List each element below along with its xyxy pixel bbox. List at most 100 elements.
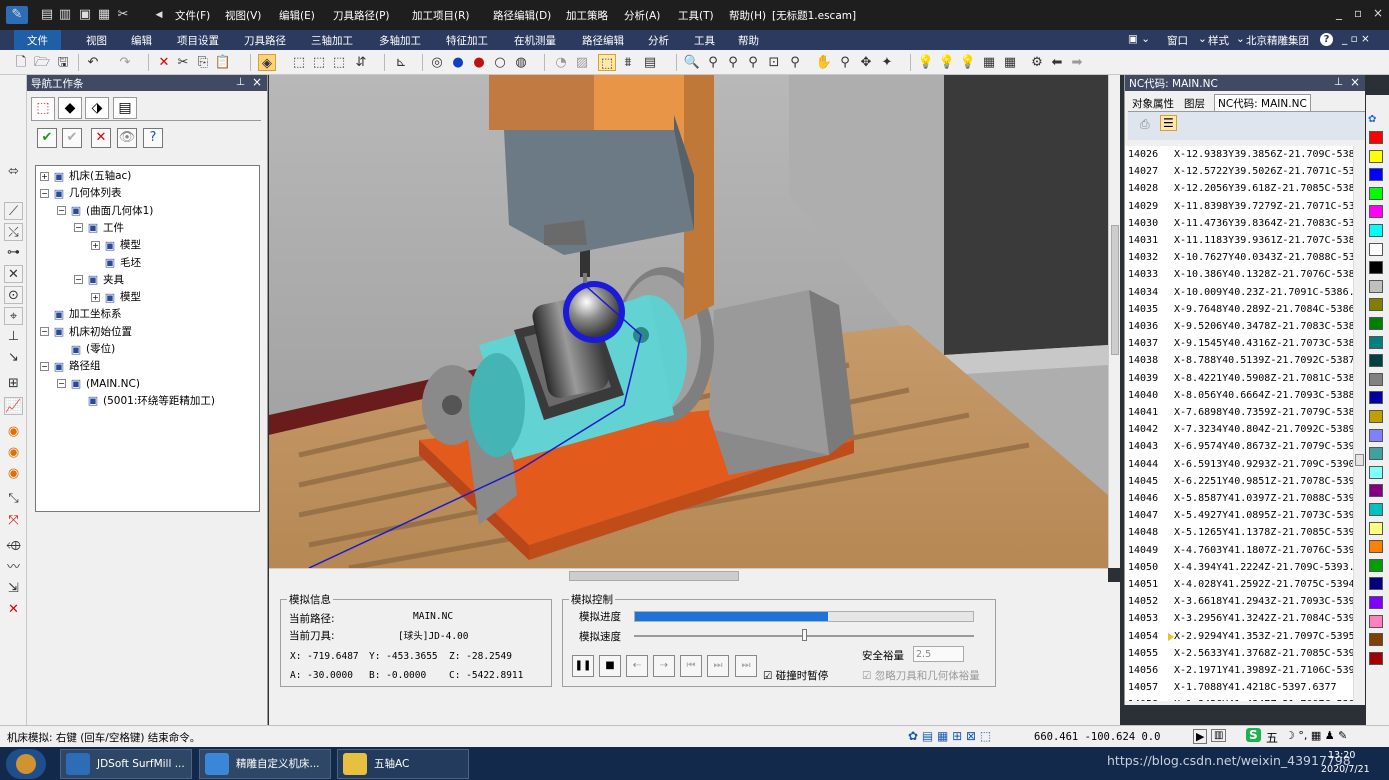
palette-3-icon[interactable]: ◉ — [4, 465, 23, 483]
tree-node[interactable]: − ▣ 机床初始位置 — [40, 324, 132, 341]
step-forward-button[interactable]: ⇢ — [653, 655, 675, 677]
preview-button[interactable]: 👁 — [117, 128, 137, 148]
new-file-icon[interactable]: ▤ — [38, 6, 56, 24]
tree-node[interactable]: − ▣ 夹具 — [74, 272, 124, 289]
color-swatch[interactable] — [1369, 651, 1383, 665]
filter-icon[interactable]: ▤ — [641, 54, 659, 71]
disabled-tool-2-icon[interactable]: ▨ — [573, 54, 591, 71]
nc-code-line[interactable]: 14055 X-2.5633Y41.3768Z-21.7085C-5396 — [1128, 645, 1353, 662]
nc-code-line[interactable]: 14030 X-11.4736Y39.8364Z-21.7083C-538 — [1128, 215, 1353, 232]
ignore-margin-checkbox[interactable]: ☑ 忽略刀具和几何体裕量 — [862, 668, 980, 683]
zoom-window-icon[interactable]: 🔍 — [683, 54, 701, 71]
menu-toolpath[interactable]: 刀具路径(P) — [333, 8, 390, 23]
view-cube-2-icon[interactable]: ⬚ — [310, 54, 328, 71]
pin-icon[interactable]: ⊥ — [236, 76, 245, 88]
menu-project[interactable]: 加工项目(R) — [412, 8, 470, 23]
help-icon[interactable]: ? — [1320, 33, 1333, 46]
tab-file[interactable]: 文件 — [14, 30, 61, 50]
speed-slider-thumb[interactable] — [802, 629, 807, 641]
color-swatch[interactable] — [1369, 298, 1383, 312]
red-sphere-icon[interactable]: ● — [470, 54, 488, 71]
rotate-axis-icon[interactable]: ✦ — [878, 54, 896, 71]
circle-tool-icon[interactable]: ⊙ — [4, 286, 23, 304]
restore-button[interactable]: ▫ — [1354, 6, 1362, 20]
taskbar-item-surfmill[interactable]: JDSoft SurfMill ... — [60, 749, 192, 779]
save-icon[interactable]: ▣ — [76, 6, 94, 24]
color-swatch[interactable] — [1369, 484, 1383, 498]
tree-expander-icon[interactable]: + — [91, 292, 100, 302]
ime-tools-icon[interactable]: ☽ °, ▦ ♟ ✎ — [1285, 729, 1347, 742]
nc-code-line[interactable]: 14058X-1.3426Y41.4347Z-21.7097C-5398 — [1128, 696, 1353, 701]
tab-toolpath-icon[interactable]: ◆ — [58, 97, 82, 119]
nc-code-line[interactable]: 14048 X-5.1265Y41.1378Z-21.7085C-5392 — [1128, 524, 1353, 541]
nc-code-line[interactable]: 14042 X-7.3234Y40.804Z-21.7092C-5389.8 — [1128, 421, 1353, 438]
color-swatch[interactable] — [1369, 596, 1383, 609]
company-menu[interactable]: 北京精雕集团 — [1246, 33, 1309, 48]
pan-icon[interactable]: ✋ — [815, 54, 833, 71]
stack-tool-icon[interactable]: ⬲ — [4, 538, 23, 556]
nc-code-line[interactable]: 14050 X-4.394Y41.2224Z-21.709C-5393.9 — [1128, 559, 1353, 576]
save-icon[interactable]: 🖫 — [54, 54, 72, 71]
color-swatch[interactable] — [1369, 149, 1383, 163]
tab-measure[interactable]: 在机测量 — [514, 33, 556, 48]
start-button[interactable] — [6, 749, 46, 779]
nc-code-line[interactable]: 14036 X-9.5206Y40.3478Z-21.7083C-5386 — [1128, 318, 1353, 335]
tab-path-edit[interactable]: 路径编辑 — [582, 33, 624, 48]
copy-icon[interactable]: ⎘ — [194, 54, 212, 71]
tab-help[interactable]: 帮助 — [738, 33, 759, 48]
nc-code-line[interactable]: 14028 X-12.2056Y39.618Z-21.7085C-5382 — [1128, 180, 1353, 197]
zoom-dynamic-icon[interactable]: ⚲ — [836, 54, 854, 71]
menu-view[interactable]: 视图(V) — [225, 8, 261, 23]
tree-node[interactable]: − ▣ (MAIN.NC) — [57, 376, 140, 393]
color-swatch[interactable] — [1369, 224, 1383, 237]
color-swatch[interactable] — [1369, 372, 1383, 386]
nc-code-line[interactable]: 14043 X-6.9574Y40.8673Z-21.7079C-5390 — [1128, 438, 1353, 455]
tab-analysis[interactable]: 分析 — [648, 33, 669, 48]
redo-icon[interactable]: ↷ — [116, 54, 134, 71]
help-button[interactable]: ? — [143, 128, 163, 148]
tree-expander-icon[interactable]: − — [40, 327, 49, 337]
nc-code-line[interactable]: 14035 X-9.7648Y40.289Z-21.7084C-5386.3 — [1128, 301, 1353, 318]
tree-node[interactable]: ▣ 毛坯 — [91, 255, 141, 272]
stop-button[interactable]: ■ — [599, 655, 621, 677]
close-icon[interactable]: × — [252, 75, 262, 89]
doc-window-controls[interactable]: _ ▫ × — [1342, 33, 1370, 45]
tree-node[interactable]: + ▣ 模型 — [91, 237, 141, 254]
color-swatch[interactable] — [1369, 503, 1383, 516]
color-swatch[interactable] — [1369, 428, 1383, 442]
nc-code-line[interactable]: 14045 X-6.2251Y40.9851Z-21.7078C-5391 — [1128, 473, 1353, 490]
color-swatch[interactable] — [1369, 335, 1383, 349]
nc-code-line[interactable]: 14047 X-5.4927Y41.0895Z-21.7073C-5392 — [1128, 507, 1353, 524]
hollow-sphere-icon[interactable]: ○ — [491, 54, 509, 71]
color-swatch[interactable] — [1369, 465, 1383, 479]
select-group-icon[interactable]: ⩩ — [619, 54, 637, 71]
minimize-button[interactable]: _ — [1336, 6, 1342, 20]
color-swatch[interactable] — [1369, 558, 1383, 572]
view-cube-3-icon[interactable]: ⬚ — [330, 54, 348, 71]
color-swatch[interactable] — [1369, 242, 1383, 256]
tab-view[interactable]: 视图 — [86, 33, 107, 48]
tree-expander-icon[interactable]: − — [74, 223, 83, 233]
nc-code-line[interactable]: 14053 X-3.2956Y41.3242Z-21.7084C-5395 — [1128, 610, 1353, 627]
tree-node[interactable]: − ▣ (曲面几何体1) — [57, 203, 153, 220]
color-swatch[interactable] — [1369, 447, 1383, 461]
nc-code-line[interactable]: 14052 X-3.6618Y41.2943Z-21.7093C-5394 — [1128, 593, 1353, 610]
settings-icon[interactable]: ⚙ — [1028, 54, 1046, 71]
tree-expander-icon[interactable]: + — [91, 240, 100, 250]
tree-node[interactable]: ▣ (5001:环绕等距精加工) — [74, 393, 215, 410]
tab-edit[interactable]: 编辑 — [131, 33, 152, 48]
chevron-down-icon[interactable]: ⌄ — [1236, 33, 1245, 45]
close-button[interactable]: × — [1373, 6, 1383, 20]
menu-icon[interactable]: ▥ — [1211, 729, 1227, 742]
tree-expander-icon[interactable]: − — [57, 379, 66, 389]
tree-node[interactable]: + ▣ 模型 — [91, 289, 141, 306]
tab-multiaxis[interactable]: 多轴加工 — [379, 33, 421, 48]
zoom-out-icon[interactable]: ⚲ — [704, 54, 722, 71]
polyline-tool-icon[interactable]: ⤯ — [4, 223, 23, 241]
tree-expander-icon[interactable]: + — [40, 171, 49, 181]
color-swatch[interactable] — [1369, 354, 1383, 368]
tree-expander-icon[interactable]: − — [57, 206, 66, 216]
quick-access-arrow-icon[interactable]: ◀ — [150, 6, 168, 24]
tab-project-settings[interactable]: 项目设置 — [177, 33, 219, 48]
last-button[interactable]: ⏭ — [735, 655, 757, 677]
